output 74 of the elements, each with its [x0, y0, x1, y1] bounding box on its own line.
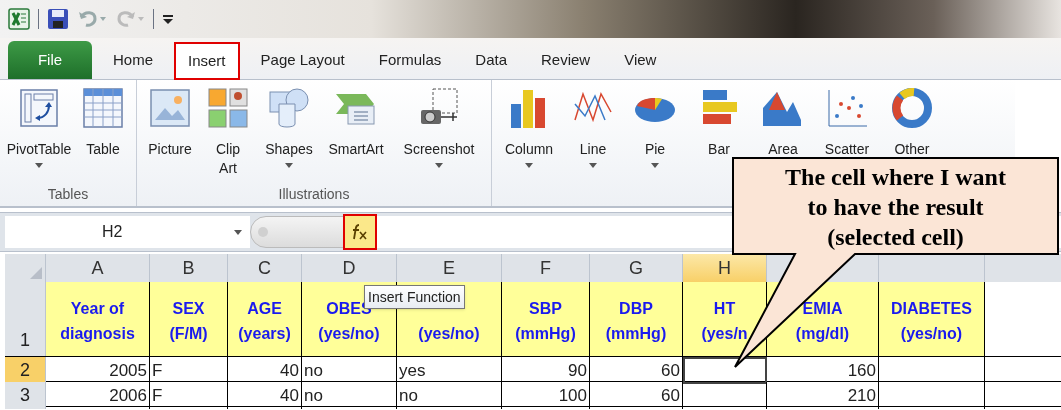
ribbon-button[interactable]: Scatter	[814, 86, 880, 159]
customize-menu-icon[interactable]	[162, 12, 174, 26]
table-cell[interactable]: 40	[228, 357, 302, 384]
table-cell[interactable]: 160	[767, 357, 879, 384]
ribbon-tab[interactable]: View	[611, 41, 670, 79]
dropdown-caret-icon	[234, 229, 242, 235]
clip-art-icon	[206, 86, 250, 130]
dropdown-caret-icon	[525, 163, 533, 168]
tooltip: Insert Function	[364, 285, 465, 309]
ribbon-button[interactable]: Bar	[686, 86, 752, 159]
header-cell: DBP (mmHg)	[590, 282, 683, 356]
dropdown-caret-icon	[285, 163, 293, 168]
column-header[interactable]: H	[683, 254, 767, 282]
table-cell[interactable]: 2006	[46, 382, 150, 409]
ribbon-button[interactable]: Picture	[141, 86, 199, 159]
ribbon-button[interactable]: Table	[74, 86, 132, 159]
ribbon-button[interactable]: Area	[752, 86, 814, 159]
ribbon-tab[interactable]: Insert	[174, 42, 240, 80]
pivot-table-icon	[17, 86, 61, 130]
table-cell[interactable]: no	[397, 382, 502, 409]
header-cell: Year of diagnosis	[46, 282, 150, 356]
donut-chart-icon	[890, 86, 934, 130]
ribbon-button[interactable]: Column	[496, 86, 562, 168]
function-icon	[350, 223, 370, 241]
ribbon-tab[interactable]: Formulas	[365, 41, 455, 79]
file-tab[interactable]: File	[8, 41, 92, 79]
dropdown-caret-icon	[651, 163, 659, 168]
header-cell: DIABETES (yes/no)	[879, 282, 985, 356]
ribbon-button[interactable]: Pie	[624, 86, 686, 168]
header-cell: SEX (F/M)	[150, 282, 228, 356]
ribbon-button[interactable]: Other	[880, 86, 944, 159]
table-cell[interactable]: no	[302, 382, 397, 409]
table-cell[interactable]: 40	[228, 382, 302, 409]
ribbon-tab[interactable]: Data	[462, 41, 520, 79]
row-number[interactable]: 2	[5, 357, 46, 384]
group-label: Illustrations	[277, 185, 351, 204]
dropdown-caret-icon	[35, 163, 43, 168]
picture-icon	[148, 86, 192, 130]
group-label: Tables	[46, 185, 90, 204]
shapes-icon	[267, 86, 311, 130]
table-cell[interactable]: F	[150, 382, 228, 409]
row-number[interactable]: 1	[5, 282, 46, 356]
table-cell[interactable]: 60	[590, 382, 683, 409]
ribbon-tab[interactable]: Home	[100, 41, 166, 79]
save-icon[interactable]	[47, 8, 69, 30]
ribbon-button[interactable]: PivotTable	[4, 86, 74, 168]
header-cell: AGE (years)	[228, 282, 302, 356]
table-icon	[81, 86, 125, 130]
active-cell[interactable]	[683, 357, 767, 384]
name-box[interactable]: H2	[5, 216, 250, 248]
collapse-handle-icon[interactable]	[257, 226, 269, 238]
ribbon-tab[interactable]: Review	[528, 41, 604, 79]
ribbon-button[interactable]: Shapes	[257, 86, 321, 168]
table-cell[interactable]: 210	[767, 382, 879, 409]
table-cell[interactable]: 100	[502, 382, 590, 409]
ribbon-tab[interactable]: Page Layout	[247, 41, 358, 79]
table-cell[interactable]: 60	[590, 357, 683, 384]
dropdown-caret-icon	[435, 163, 443, 168]
ribbon-button[interactable]: SmartArt	[321, 86, 391, 159]
header-cell: SBP (mmHg)	[502, 282, 590, 356]
callout-text: The cell where I want to have the result (selected cell)	[784, 163, 1007, 252]
ribbon-button[interactable]: Screenshot	[391, 86, 487, 168]
excel-logo-icon	[8, 8, 30, 30]
ribbon-button[interactable]: Clip Art	[199, 86, 257, 178]
table-cell[interactable]: 90	[502, 357, 590, 384]
formula-input[interactable]	[377, 216, 727, 248]
table-cell[interactable]: no	[302, 357, 397, 384]
table-cell[interactable]: F	[150, 357, 228, 384]
table-cell[interactable]: yes	[397, 357, 502, 384]
ribbon-button[interactable]: Line	[562, 86, 624, 168]
insert-function-button[interactable]	[345, 216, 375, 248]
row-number[interactable]: 3	[5, 382, 46, 409]
dropdown-caret-icon	[589, 163, 597, 168]
header-cell: HT (yes/n	[683, 282, 767, 356]
